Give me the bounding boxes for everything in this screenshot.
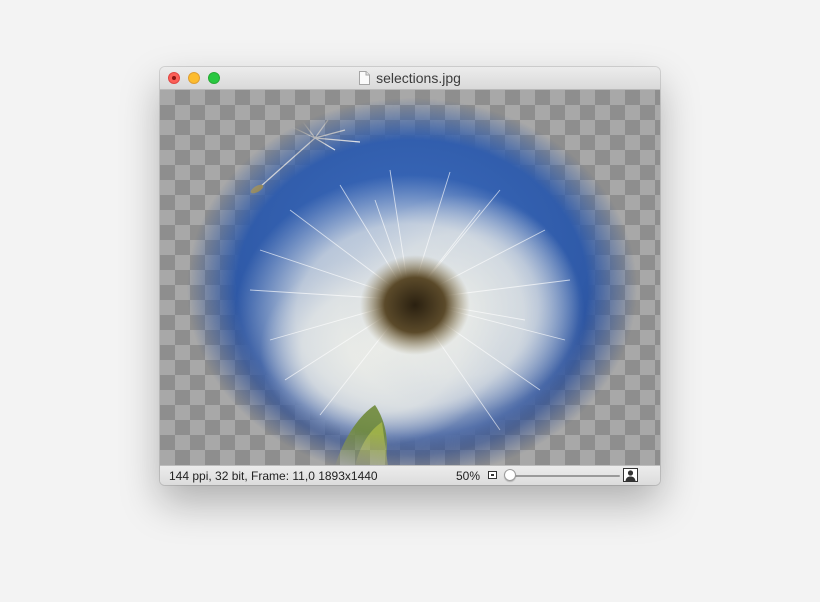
zoom-slider[interactable] (508, 475, 620, 477)
title-bar[interactable]: selections.jpg (160, 67, 660, 90)
image-window: selections.jpg 144 ppi, 32 bit, Frame: 1… (160, 67, 660, 485)
image-canvas[interactable] (160, 90, 660, 466)
window-title: selections.jpg (160, 70, 660, 86)
person-icon (625, 470, 636, 481)
zoom-in-icon[interactable] (623, 468, 638, 482)
image-info-label: 144 ppi, 32 bit, Frame: 11,0 1893x1440 (169, 469, 378, 483)
zoom-slider-thumb[interactable] (504, 469, 516, 481)
status-bar: 144 ppi, 32 bit, Frame: 11,0 1893x1440 5… (160, 465, 660, 485)
dandelion-photo (160, 90, 660, 466)
zoom-percent-label: 50% (456, 469, 481, 483)
window-title-text: selections.jpg (376, 70, 461, 86)
desktop-background: selections.jpg 144 ppi, 32 bit, Frame: 1… (0, 0, 820, 602)
zoom-out-icon[interactable] (488, 471, 497, 479)
document-icon (359, 71, 371, 85)
